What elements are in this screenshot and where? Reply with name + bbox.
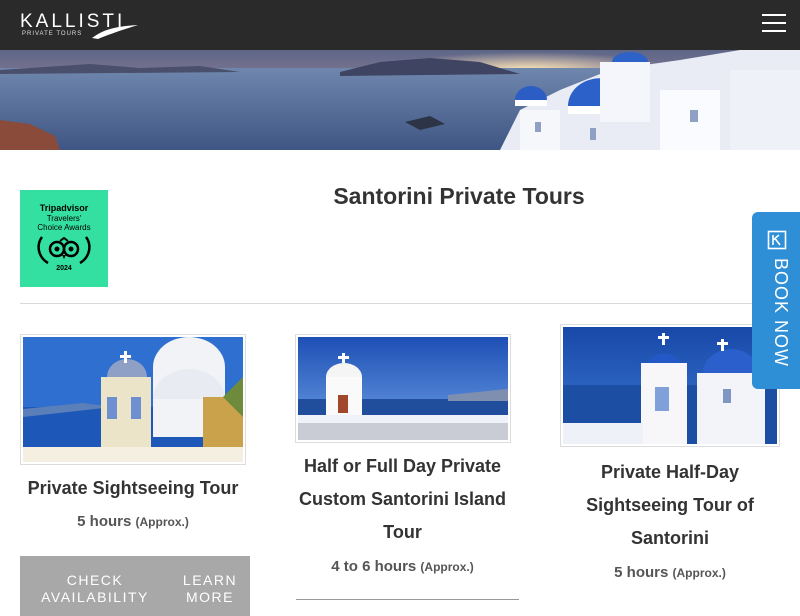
tour-actions-sightseeing: CHECK AVAILABILITY LEARN MORE [20, 556, 250, 616]
tour-duration-custom-island: 4 to 6 hours (Approx.) [331, 558, 474, 575]
hamburger-menu-icon[interactable] [762, 14, 788, 36]
book-now-button[interactable]: BOOK NOW [752, 212, 800, 389]
kallisti-logo[interactable]: KALLISTI PRIVATE TOURS [20, 12, 138, 40]
tour-image-custom-island[interactable] [295, 334, 511, 443]
logo-swoosh-icon [92, 25, 138, 39]
tripadvisor-owl-icon [37, 236, 91, 265]
divider [20, 303, 780, 304]
check-availability-button[interactable]: CHECK AVAILABILITY [20, 556, 170, 616]
tour-title-half-day[interactable]: Private Half-Day Sightseeing Tour of San… [555, 456, 785, 555]
tour-image-sightseeing[interactable] [20, 334, 246, 465]
tour-title-custom-island[interactable]: Half or Full Day Private Custom Santorin… [280, 450, 525, 549]
hero-banner-image [0, 50, 800, 150]
learn-more-button[interactable]: LEARN MORE [170, 556, 250, 616]
book-now-label: BOOK NOW [771, 258, 791, 368]
tripadvisor-award-badge[interactable]: Tripadvisor Travelers' Choice Awards 202… [20, 190, 108, 287]
tour-image-half-day[interactable] [560, 324, 780, 447]
tour-title-sightseeing[interactable]: Private Sightseeing Tour [20, 472, 246, 505]
logo-subtext: PRIVATE TOURS [22, 31, 83, 37]
top-navigation-bar: KALLISTI PRIVATE TOURS [0, 0, 800, 50]
tour-duration-sightseeing: 5 hours (Approx.) [77, 513, 189, 530]
booking-icon [767, 230, 787, 250]
award-subtitle: Travelers' Choice Awards [37, 214, 91, 232]
page-title: Santorini Private Tours [333, 183, 585, 209]
award-brand: Tripadvisor [39, 203, 89, 213]
tour-duration-half-day: 5 hours (Approx.) [614, 564, 726, 581]
award-year: 2024 [56, 265, 72, 272]
